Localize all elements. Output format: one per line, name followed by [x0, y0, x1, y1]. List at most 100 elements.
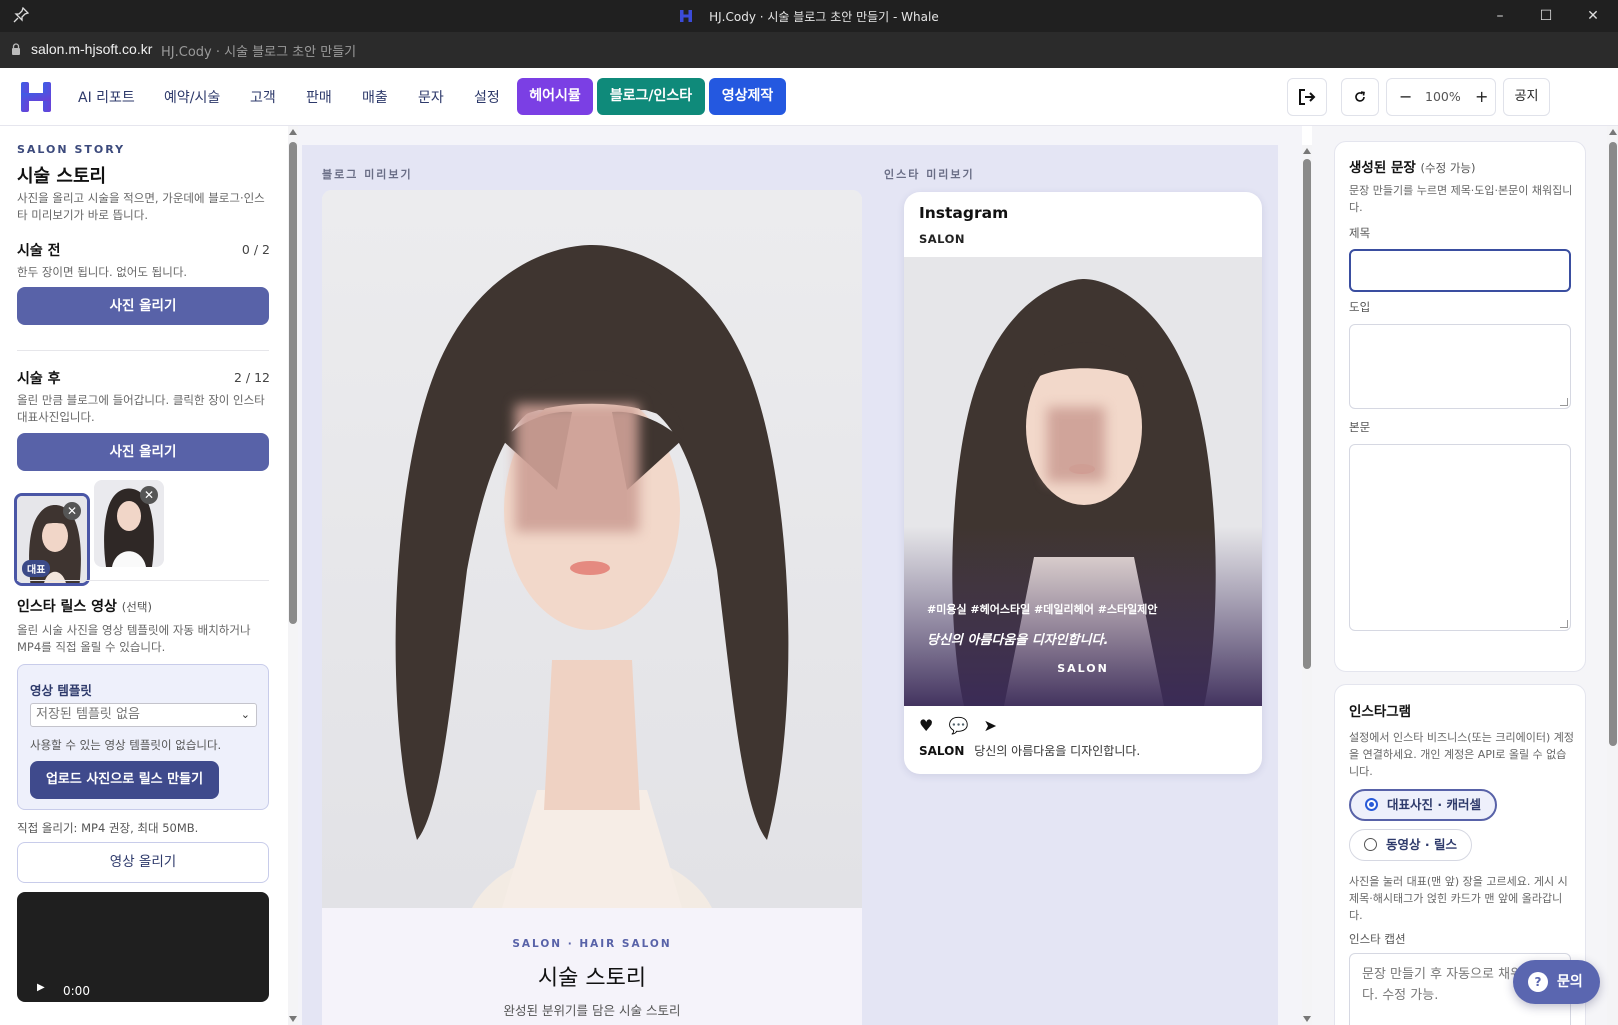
after-title: 시술 후: [17, 371, 61, 387]
window-title-text: HJ.Cody · 시술 블로그 초안 만들기 - Whale: [709, 10, 939, 24]
nav-settings[interactable]: 설정: [474, 87, 500, 107]
reels-title-text: 인스타 릴스 영상: [17, 599, 117, 615]
blog-preview-label: 블로그 미리보기: [322, 168, 413, 181]
before-title: 시술 전: [17, 243, 61, 259]
direct-upload-help: 직접 올리기: MP4 권장, 최대 50MB.: [17, 821, 199, 835]
after-photo-thumb-2[interactable]: ✕: [94, 480, 164, 567]
video-template-box: 영상 템플릿 저장된 템플릿 없음 ⌄ 사용할 수 있는 영상 템플릿이 없습니…: [17, 664, 269, 810]
option-video-reels[interactable]: 동영상 · 릴스: [1349, 829, 1472, 861]
caption-label: 인스타 캡션: [1349, 932, 1406, 946]
template-select[interactable]: 저장된 템플릿 없음 ⌄: [30, 703, 257, 727]
generated-text-card: 생성된 문장 (수정 가능) 문장 만들기를 누르면 제목·도입·본문이 채워집…: [1334, 141, 1586, 672]
hair-sim-button[interactable]: 헤어시뮬: [517, 78, 593, 115]
option-photo-label: 대표사진 · 캐러셀: [1387, 797, 1481, 812]
address-page-title: HJ.Cody · 시술 블로그 초안 만들기: [161, 45, 357, 60]
option-photo-carousel[interactable]: 대표사진 · 캐러셀: [1349, 789, 1497, 821]
nav-ai-report[interactable]: AI 리포트: [78, 87, 135, 107]
make-reels-button[interactable]: 업로드 사진으로 릴스 만들기: [30, 761, 219, 799]
instagram-desc: 설정에서 인스타 비즈니스(또는 크리에이터) 계정을 연결하세요. 개인 계정…: [1349, 731, 1574, 778]
refresh-icon: [1355, 91, 1365, 102]
after-upload-button[interactable]: 사진 올리기: [17, 433, 269, 471]
generated-desc: 문장 만들기를 누르면 제목·도입·본문이 채워집니다.: [1349, 184, 1573, 214]
blog-photo: [322, 190, 862, 908]
blog-caption: SALON · HAIR SALON 시술 스토리 완성된 분위기를 담은 시술…: [322, 908, 862, 1025]
after-photo-thumb-1[interactable]: ✕ 대표: [14, 493, 90, 586]
divider: [17, 350, 269, 351]
nav-sales[interactable]: 판매: [306, 87, 332, 107]
play-icon[interactable]: ▶: [37, 982, 45, 993]
chevron-down-icon: ⌄: [240, 708, 250, 721]
insta-preview-label: 인스타 미리보기: [884, 168, 975, 181]
video-player[interactable]: ▶ 0:00: [17, 892, 269, 1002]
video-make-button[interactable]: 영상제작: [709, 78, 786, 115]
reels-desc: 올린 시술 사진을 영상 템플릿에 자동 배치하거나 MP4를 직접 올릴 수 …: [17, 623, 251, 654]
rep-photo-badge: 대표: [22, 560, 51, 577]
template-select-value: 저장된 템플릿 없음: [36, 707, 140, 722]
remove-photo-icon[interactable]: ✕: [63, 502, 81, 520]
window-titlebar: HJ.Cody · 시술 블로그 초안 만들기 - Whale – ☐ ✕: [0, 0, 1618, 32]
insta-brand: Instagram: [919, 204, 1009, 222]
face-blur: [515, 404, 639, 532]
body-textarea[interactable]: [1349, 444, 1571, 631]
help-button[interactable]: ? 문의: [1513, 960, 1600, 1004]
intro-label: 도입: [1349, 300, 1371, 314]
body-label: 본문: [1349, 420, 1371, 434]
maximize-button[interactable]: ☐: [1523, 0, 1569, 32]
generated-title-text: 생성된 문장: [1349, 160, 1416, 176]
heart-icon[interactable]: ♥: [919, 716, 933, 735]
lock-icon: [12, 43, 20, 55]
generated-title-suffix: (수정 가능): [1420, 161, 1476, 175]
title-input[interactable]: [1349, 249, 1571, 292]
preview-scrollbar[interactable]: [1302, 145, 1312, 1025]
comment-icon[interactable]: 💬: [948, 716, 968, 735]
intro-textarea[interactable]: [1349, 324, 1571, 409]
left-scrollbar[interactable]: [288, 126, 298, 1025]
reels-title: 인스타 릴스 영상 (선택): [17, 596, 152, 616]
app-logo-icon: [680, 10, 693, 22]
instagram-title: 인스타그램: [1349, 704, 1412, 720]
radio-icon: [1364, 838, 1377, 851]
divider: [17, 580, 269, 581]
generated-title: 생성된 문장 (수정 가능): [1349, 156, 1475, 176]
insta-actions: ♥ 💬 ➤: [919, 716, 997, 735]
insta-preview-card: Instagram SALON #미용실 #헤어스타일 #데일리헤어 #스타일제…: [904, 192, 1262, 774]
template-label: 영상 템플릿: [30, 683, 92, 698]
radio-selected-icon: [1365, 798, 1378, 811]
url-text[interactable]: salon.m-hjsoft.co.kr: [31, 41, 152, 57]
app-logo-icon[interactable]: [18, 79, 54, 115]
address-bar[interactable]: salon.m-hjsoft.co.kr HJ.Cody · 시술 블로그 초안…: [0, 32, 1618, 68]
video-upload-button[interactable]: 영상 올리기: [17, 842, 269, 883]
zoom-in-button[interactable]: +: [1475, 79, 1488, 115]
template-help: 사용할 수 있는 영상 템플릿이 없습니다.: [30, 738, 222, 752]
nav-reservation[interactable]: 예약/시술: [164, 87, 220, 107]
window-title: HJ.Cody · 시술 블로그 초안 만들기 - Whale: [0, 8, 1618, 25]
nav-sms[interactable]: 문자: [418, 87, 444, 107]
nav-revenue[interactable]: 매출: [362, 87, 388, 107]
face-blur: [1047, 407, 1105, 482]
right-scrollbar[interactable]: [1607, 126, 1618, 1025]
logout-icon: [1299, 89, 1316, 105]
zoom-out-button[interactable]: −: [1399, 79, 1412, 115]
after-count: 2 / 12: [233, 370, 270, 385]
blog-insta-button[interactable]: 블로그/인스타: [597, 78, 705, 115]
zoom-control: − 100% +: [1386, 78, 1496, 116]
logout-button[interactable]: [1287, 78, 1327, 116]
title-label: 제목: [1349, 226, 1371, 240]
refresh-button[interactable]: [1341, 78, 1379, 116]
before-upload-button[interactable]: 사진 올리기: [17, 287, 269, 325]
close-window-button[interactable]: ✕: [1570, 0, 1616, 32]
portrait-photo: [322, 190, 862, 908]
insta-tags: #미용실 #헤어스타일 #데일리헤어 #스타일제안: [927, 603, 1158, 616]
blog-eyebrow: SALON · HAIR SALON: [512, 938, 672, 950]
zoom-level: 100%: [1425, 89, 1461, 104]
video-time: 0:00: [63, 984, 90, 998]
remove-photo-icon[interactable]: ✕: [140, 486, 158, 504]
insta-overlay-salon: SALON: [1057, 662, 1109, 675]
blog-subtitle: 완성된 분위기를 담은 시술 스토리: [503, 1003, 681, 1018]
insta-caption: SALON 당신의 아름다움을 디자인합니다.: [919, 742, 1140, 759]
minimize-button[interactable]: –: [1477, 0, 1523, 32]
nav-customer[interactable]: 고객: [250, 87, 276, 107]
notice-button[interactable]: 공지: [1503, 78, 1550, 116]
insta-photo: #미용실 #헤어스타일 #데일리헤어 #스타일제안 당신의 아름다움을 디자인합…: [904, 257, 1262, 706]
share-icon[interactable]: ➤: [983, 716, 996, 735]
